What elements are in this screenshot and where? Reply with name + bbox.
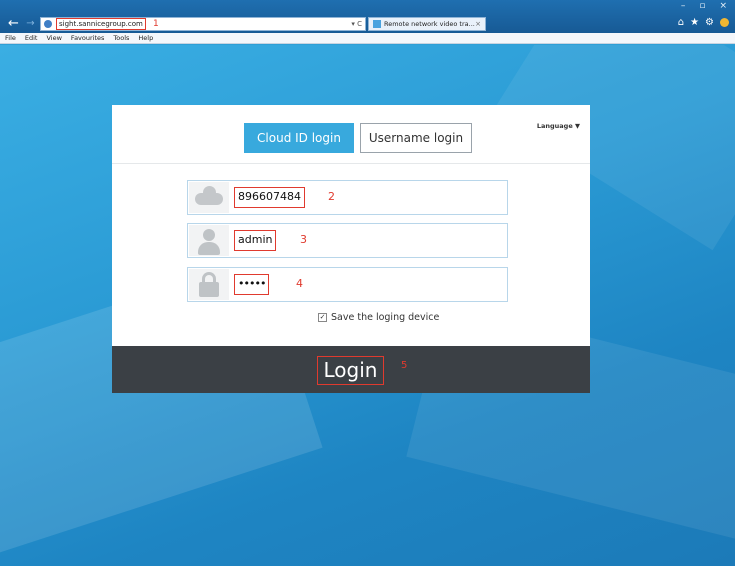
language-dropdown[interactable]: Language ▼ [537,122,580,130]
annotation-3: 3 [300,233,307,246]
smiley-feedback-icon[interactable] [720,17,729,27]
window-controls: – ▫ × [681,0,727,12]
login-bar: Login 5 [112,346,590,393]
settings-gear-icon[interactable]: ⚙ [705,17,714,28]
tab-close-icon[interactable]: × [475,18,481,30]
restore-icon[interactable]: ▫ [699,1,705,11]
back-arrow-icon[interactable]: ← [6,16,21,31]
browser-tab[interactable]: Remote network video tra... × [368,17,486,31]
forward-arrow-icon[interactable]: → [23,16,38,31]
password-field[interactable]: ••••• 4 [187,267,508,302]
minimize-icon[interactable]: – [681,1,686,11]
save-device-row[interactable]: ✓ Save the loging device [318,310,439,324]
browser-tools: ⌂ ★ ⚙ [678,15,729,29]
password-input[interactable]: ••••• [234,274,270,295]
login-button[interactable]: Login [317,356,384,385]
user-icon [189,225,229,256]
divider [112,163,590,164]
browser-titlebar: ← → sight.sannicegroup.com 1 ▾ C Remote … [0,0,735,33]
tab-title: Remote network video tra... [384,20,475,28]
address-bar[interactable]: sight.sannicegroup.com 1 ▾ C [40,17,366,31]
address-url[interactable]: sight.sannicegroup.com [56,18,146,30]
menu-favourites[interactable]: Favourites [71,33,104,43]
tab-favicon-icon [373,20,381,28]
tab-username-login[interactable]: Username login [360,123,472,153]
menu-tools[interactable]: Tools [113,33,129,43]
site-favicon-icon [44,20,52,28]
lock-icon [189,269,229,300]
save-device-label: Save the loging device [331,311,440,323]
page-background: Cloud ID login Username login Language ▼… [0,45,735,566]
login-panel: Cloud ID login Username login Language ▼… [112,105,590,393]
save-device-checkbox[interactable]: ✓ [318,312,327,322]
menu-file[interactable]: File [5,33,16,43]
address-controls[interactable]: ▾ C [351,19,362,29]
close-window-icon[interactable]: × [719,1,727,11]
username-input[interactable]: admin [234,230,277,251]
home-icon[interactable]: ⌂ [678,17,684,28]
cloud-id-field[interactable]: 896607484 2 [187,180,508,215]
annotation-5: 5 [401,360,408,371]
menu-edit[interactable]: Edit [25,33,38,43]
cloud-id-input[interactable]: 896607484 [234,187,305,208]
cloud-icon [189,182,229,213]
menu-bar: File Edit View Favourites Tools Help [0,33,735,44]
annotation-4: 4 [296,277,303,290]
tab-cloud-id-login[interactable]: Cloud ID login [244,123,354,153]
annotation-1: 1 [153,19,159,29]
menu-help[interactable]: Help [138,33,153,43]
menu-view[interactable]: View [46,33,61,43]
annotation-2: 2 [328,190,335,203]
favorites-star-icon[interactable]: ★ [690,17,699,28]
username-field[interactable]: admin 3 [187,223,508,258]
